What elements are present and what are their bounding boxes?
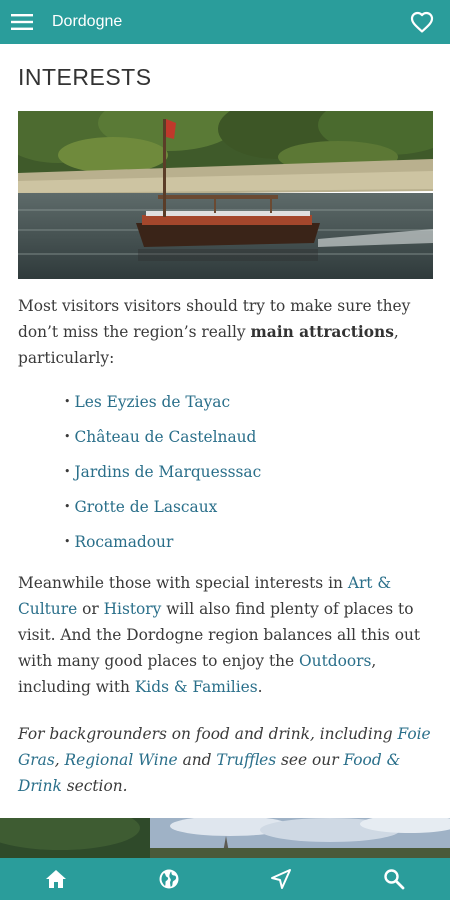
list-item: • Jardins de Marquesssac xyxy=(64,454,261,489)
article-content[interactable]: INTERESTS Most visitors visitors should … xyxy=(0,44,450,858)
link-kids-families[interactable]: Kids & Families xyxy=(135,678,258,696)
link-les-eyzies[interactable]: Les Eyzies de Tayac xyxy=(75,393,231,411)
bullet: • xyxy=(64,500,71,513)
para3-text-2: , xyxy=(54,751,65,769)
home-icon xyxy=(46,870,67,888)
menu-button[interactable] xyxy=(0,0,44,44)
link-regional-wine[interactable]: Regional Wine xyxy=(65,751,178,769)
intro-paragraph: Most visitors visitors should try to mak… xyxy=(18,293,432,371)
para3-text-3: and xyxy=(177,751,217,769)
globe-icon xyxy=(159,869,179,889)
para2-text-1: Meanwhile those with special interests i… xyxy=(18,574,348,592)
link-outdoors[interactable]: Outdoors xyxy=(299,652,371,670)
main-attractions-text: main attractions xyxy=(250,323,394,341)
nav-home-button[interactable] xyxy=(28,858,84,900)
para3-text-1: For backgrounders on food and drink, inc… xyxy=(18,725,398,743)
bullet: • xyxy=(64,430,71,443)
link-jardins-marqueyssac[interactable]: Jardins de Marquesssac xyxy=(75,463,262,481)
link-truffles[interactable]: Truffles xyxy=(216,751,276,769)
special-interests-paragraph: Meanwhile those with special interests i… xyxy=(18,570,432,700)
food-drink-paragraph: For backgrounders on food and drink, inc… xyxy=(18,721,432,799)
attractions-list: • Les Eyzies de Tayac • Château de Casteln… xyxy=(64,384,261,559)
navigation-arrow-icon xyxy=(271,869,292,889)
next-image-castle xyxy=(0,818,450,858)
nav-navigate-button[interactable] xyxy=(253,858,309,900)
link-grotte-lascaux[interactable]: Grotte de Lascaux xyxy=(75,498,218,516)
para2-text-2: or xyxy=(77,600,104,618)
heart-outline-icon xyxy=(410,11,434,33)
nav-search-button[interactable] xyxy=(366,858,422,900)
bullet: • xyxy=(64,395,71,408)
app-title: Dordogne xyxy=(52,13,123,30)
list-item: • Les Eyzies de Tayac xyxy=(64,384,261,419)
link-chateau-castelnaud[interactable]: Château de Castelnaud xyxy=(75,428,257,446)
bullet: • xyxy=(64,535,71,548)
link-rocamadour[interactable]: Rocamadour xyxy=(75,533,174,551)
app-bar: Dordogne xyxy=(0,0,450,44)
bullet: • xyxy=(64,465,71,478)
search-icon xyxy=(384,869,405,890)
para3-text-5: section. xyxy=(61,777,128,795)
list-item: • Grotte de Lascaux xyxy=(64,489,261,524)
para2-text-5: . xyxy=(257,678,263,696)
para3-text-4: see our xyxy=(276,751,344,769)
nav-globe-button[interactable] xyxy=(141,858,197,900)
list-item: • Château de Castelnaud xyxy=(64,419,261,454)
hero-image-river-boat xyxy=(18,111,433,279)
favorite-button[interactable] xyxy=(400,0,444,44)
page-title: INTERESTS xyxy=(18,64,152,90)
link-history[interactable]: History xyxy=(104,600,162,618)
hamburger-menu-icon xyxy=(11,14,33,30)
list-item: • Rocamadour xyxy=(64,524,261,559)
bottom-navigation xyxy=(0,858,450,900)
